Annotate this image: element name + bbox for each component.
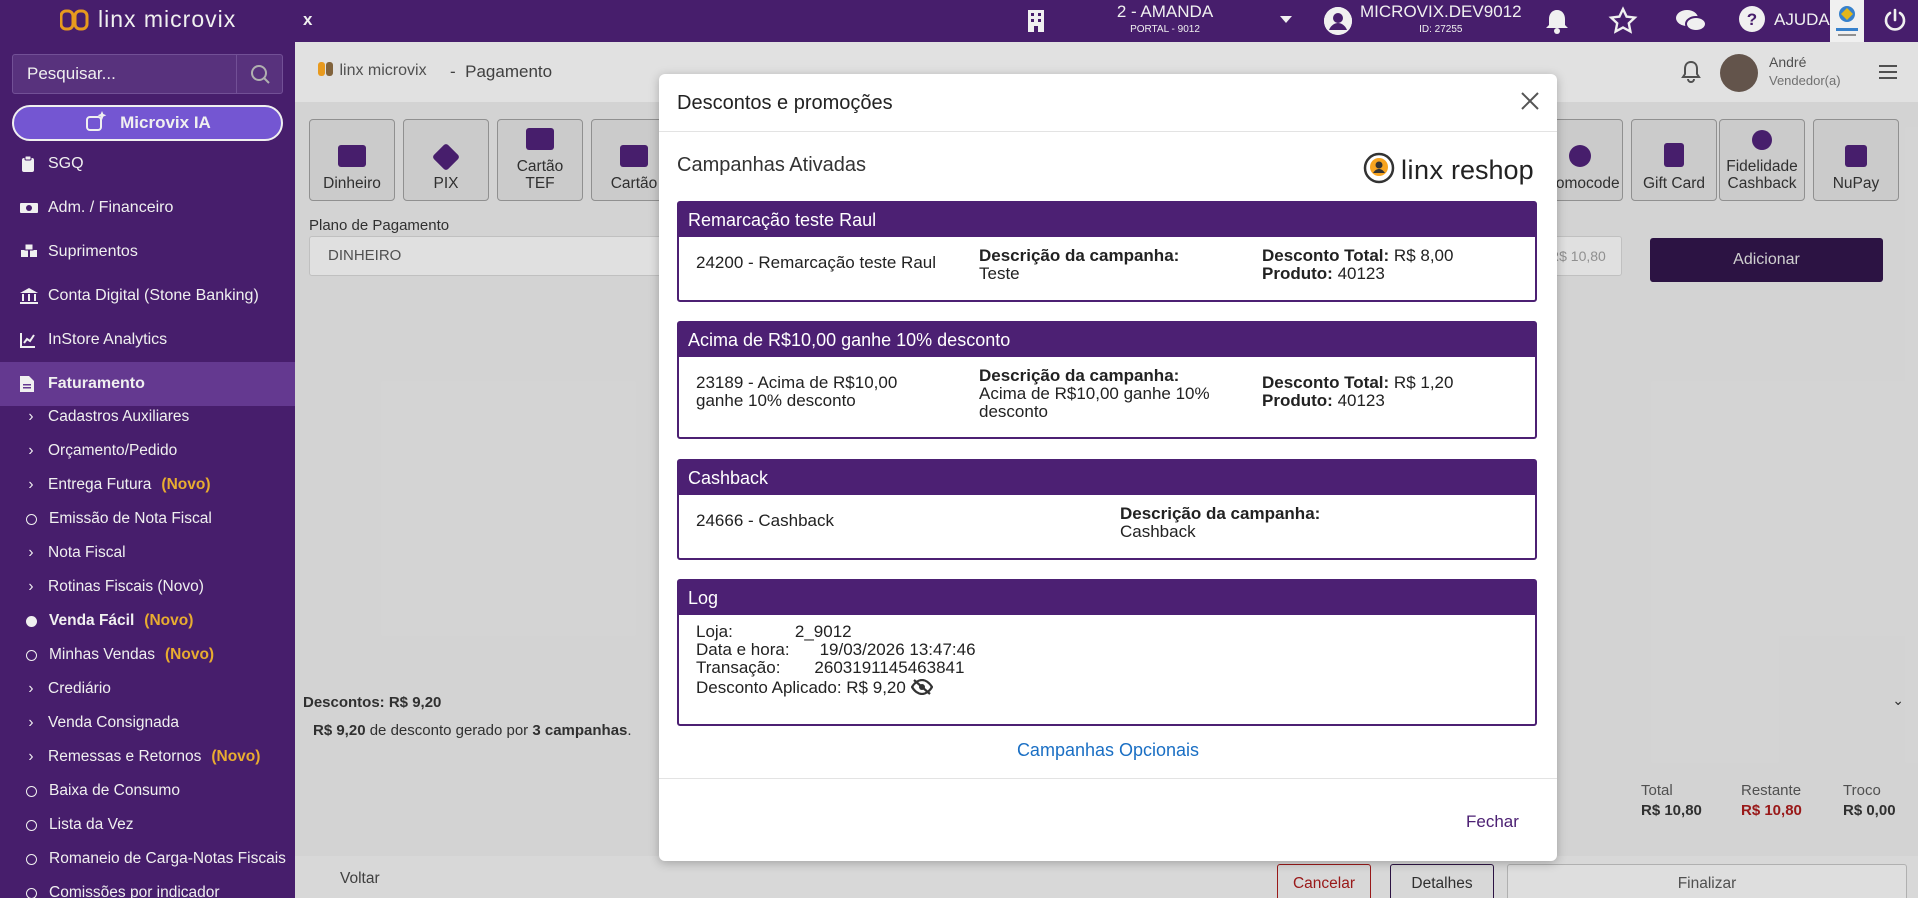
campaign-id-name: 23189 - Acima de R$10,00 ganhe 10% desco… — [696, 373, 898, 410]
log-loja-label: Loja: — [696, 622, 733, 641]
active-campaigns-title: Campanhas Ativadas — [677, 154, 867, 176]
campaign-id-name: 24200 - Remarcação teste Raul — [696, 253, 937, 272]
discount-total-label: Desconto Total: — [1262, 373, 1390, 392]
campaign-id-name: 24666 - Cashback — [696, 511, 834, 530]
discount-total-label: Desconto Total: — [1262, 246, 1390, 265]
campaign-header: Cashback — [679, 461, 1535, 495]
log-data-value: 19/03/2026 13:47:46 — [819, 640, 976, 659]
produto-value: 40123 — [1337, 264, 1385, 283]
campaign-discount: Desconto Total: R$ 8,00 Produto: 40123 — [1262, 247, 1522, 283]
log-trans-label: Transação: — [696, 658, 781, 677]
brand-reshop: reshop — [1451, 155, 1534, 185]
log-transacao: Transação: 2603191145463841 — [696, 659, 964, 677]
modal-title: Descontos e promoções — [677, 92, 893, 114]
optional-campaigns-link[interactable]: Campanhas Opcionais — [659, 740, 1557, 761]
campaign-header: Acima de R$10,00 ganhe 10% desconto — [679, 323, 1535, 357]
campaign-discount: Desconto Total: R$ 1,20 Produto: 40123 — [1262, 374, 1522, 410]
eye-off-icon[interactable] — [910, 678, 933, 697]
campaign-description: Descrição da campanha: Acima de R$10,00 g… — [979, 367, 1229, 421]
modal-divider — [659, 778, 1557, 779]
discount-total-value: R$ 1,20 — [1393, 373, 1454, 392]
log-desconto-aplicado: Desconto Aplicado: R$ 9,20 — [696, 679, 933, 697]
campaign-header: Remarcação teste Raul — [679, 203, 1535, 237]
log-card: Log Loja: 2_9012 Data e hora: 19/03/2026 1… — [677, 579, 1537, 726]
log-aplicado-value: R$ 9,20 — [846, 678, 906, 697]
desc-value: Acima de R$10,00 ganhe 10% desconto — [979, 384, 1210, 421]
reshop-logo-icon — [1363, 152, 1395, 189]
discount-total-value: R$ 8,00 — [1393, 246, 1454, 265]
log-data-label: Data e hora: — [696, 640, 790, 659]
produto-label: Produto: — [1262, 264, 1333, 283]
brand-linx: linx — [1401, 155, 1444, 185]
linx-reshop-logo: linx reshop — [1363, 152, 1534, 189]
desc-value: Cashback — [1120, 522, 1196, 541]
log-aplicado-label: Desconto Aplicado: — [696, 678, 842, 697]
campaign-description: Descrição da campanha: Teste — [979, 247, 1219, 283]
produto-label: Produto: — [1262, 391, 1333, 410]
modal-header: Descontos e promoções — [659, 74, 1557, 132]
campaign-card: Cashback 24666 - Cashback Descrição da c… — [677, 459, 1537, 560]
desc-label: Descrição da campanha: — [979, 366, 1180, 385]
log-trans-value: 2603191145463841 — [814, 658, 965, 677]
desc-value: Teste — [979, 264, 1020, 283]
campaign-description: Descrição da campanha: Cashback — [1120, 505, 1380, 541]
log-loja: Loja: 2_9012 — [696, 623, 852, 641]
close-icon[interactable] — [1517, 88, 1543, 114]
produto-value: 40123 — [1337, 391, 1385, 410]
campaign-card: Remarcação teste Raul 24200 - Remarcação… — [677, 201, 1537, 302]
fechar-button[interactable]: Fechar — [1466, 812, 1519, 832]
discounts-modal: Descontos e promoções Campanhas Ativadas… — [659, 74, 1557, 861]
desc-label: Descrição da campanha: — [979, 246, 1180, 265]
log-loja-value: 2_9012 — [794, 622, 852, 641]
campaign-card: Acima de R$10,00 ganhe 10% desconto 2318… — [677, 321, 1537, 439]
desc-label: Descrição da campanha: — [1120, 504, 1321, 523]
reshop-logo-text: linx reshop — [1401, 155, 1534, 186]
log-header: Log — [679, 581, 1535, 615]
log-data: Data e hora: 19/03/2026 13:47:46 — [696, 641, 976, 659]
